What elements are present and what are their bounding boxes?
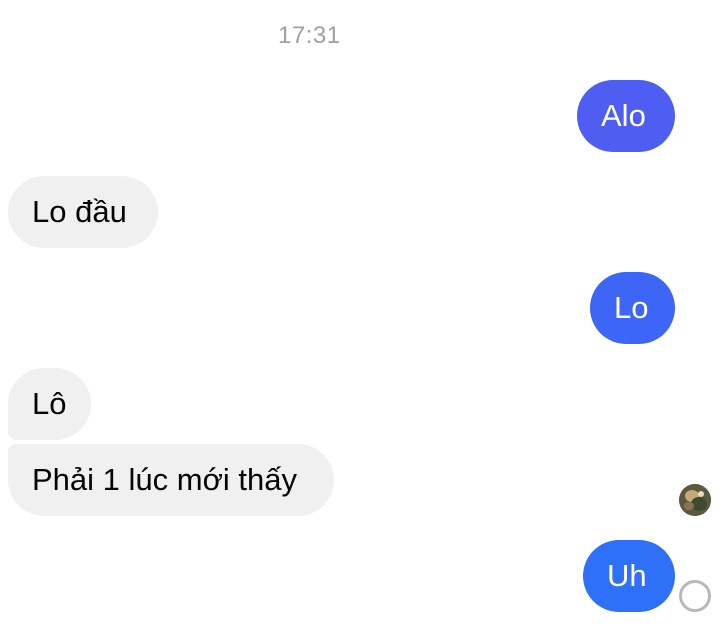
message-bubble-outgoing[interactable]: Lo (590, 272, 675, 344)
message-timestamp: 17:31 (278, 22, 341, 49)
read-receipt-avatar (679, 484, 711, 516)
sending-circle-icon (679, 580, 711, 612)
message-bubble-outgoing[interactable]: Alo (577, 80, 675, 152)
message-bubble-incoming[interactable]: Phải 1 lúc mới thấy (8, 444, 334, 516)
message-bubble-incoming[interactable]: Lô (8, 368, 91, 440)
message-bubble-outgoing[interactable]: Uh (583, 540, 675, 612)
message-bubble-incoming[interactable]: Lo đầu (8, 176, 158, 248)
